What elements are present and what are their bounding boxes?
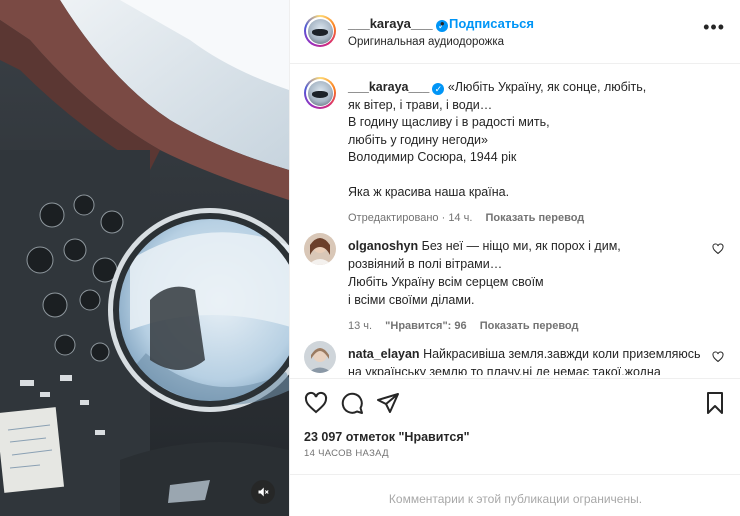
original-audio-link[interactable]: Оригинальная аудиодорожка [348, 36, 504, 48]
caption-text-line: Яка ж красива наша країна. [348, 184, 510, 199]
speaker-muted-icon [258, 487, 269, 497]
post-caption: ___karaya___ ✓ «Любіть Україну, як сонце,… [348, 79, 708, 228]
comment-like-heart-icon[interactable] [712, 351, 724, 363]
post-timestamp[interactable]: 14 ЧАСОВ НАЗАД [304, 448, 389, 459]
caption-username[interactable]: ___karaya___ [348, 80, 429, 94]
comment-meta: 13 ч. "Нравится": 96 Показать перевод [348, 317, 708, 335]
caption-text-line: «Любіть Україну, як сонце, любіть, [447, 80, 647, 94]
avatar-image [304, 341, 336, 373]
comment-body: nata_elayan Найкрасивіша земля.завжди ко… [348, 345, 708, 375]
comment-likes-count[interactable]: "Нравится": 96 [385, 320, 466, 332]
comment-username[interactable]: nata_elayan [348, 347, 420, 361]
caption-text-line: В годину щасливу і в радості мить, [348, 115, 550, 129]
comments-restricted-notice: Комментарии к этой публикации ограничены… [290, 474, 740, 516]
post-details-panel: ___karaya___ ✓ • Подписаться Оригинальная… [289, 0, 740, 516]
caption-author-avatar[interactable] [304, 77, 336, 109]
paper-plane-icon[interactable] [376, 391, 400, 415]
cockpit-video-frame [0, 0, 289, 516]
author-username-wrap: ___karaya___ ✓ [348, 16, 448, 32]
comment-username[interactable]: olganoshyn [348, 239, 418, 253]
post-action-bar [290, 378, 740, 426]
comment-text-line: і всіми своїми ділами. [348, 293, 475, 307]
heart-icon[interactable] [304, 391, 328, 415]
comment-text-line: Найкрасивіша земля.завжди коли приземляю… [423, 347, 701, 361]
bookmark-icon[interactable] [703, 391, 727, 415]
caption-text-line: Володимир Сосюра, 1944 рік [348, 150, 517, 164]
comment-item: olganoshyn Без неї — ніщо ми, як порох і… [304, 233, 724, 333]
comment-text-line: Любіть Україну всім серцем своїм [348, 275, 544, 289]
author-username[interactable]: ___karaya___ [348, 16, 433, 31]
author-avatar[interactable] [304, 15, 336, 47]
comment-text-line: розвіяний в полі вітрами… [348, 257, 503, 271]
post-video[interactable] [0, 0, 289, 516]
mute-toggle-button[interactable] [251, 480, 275, 504]
comments-section[interactable]: ___karaya___ ✓ «Любіть Україну, як сонце,… [290, 65, 740, 375]
post-header: ___karaya___ ✓ • Подписаться Оригинальная… [290, 0, 740, 64]
caption-first-line: ___karaya___ ✓ «Любіть Україну, як сонце,… [348, 79, 708, 97]
commenter-avatar[interactable] [304, 233, 336, 265]
edited-label: Отредактировано [348, 212, 439, 224]
likes-count[interactable]: 23 097 отметок "Нравится" [304, 430, 470, 444]
comment-time[interactable]: 13 ч. [348, 320, 372, 332]
more-options-icon[interactable]: ••• [703, 18, 725, 36]
comment-icon[interactable] [340, 391, 364, 415]
comment-text-line: на українську землю то плачу.ні де немає… [348, 365, 661, 375]
caption-text-line: любіть у годину негоди» [348, 132, 488, 147]
comment-like-heart-icon[interactable] [712, 243, 724, 255]
caption-text-line: як вітер, і трави, і води… [348, 97, 493, 112]
caption-time[interactable]: 14 ч. [448, 212, 472, 224]
instagram-post-view: ___karaya___ ✓ • Подписаться Оригинальная… [0, 0, 740, 516]
verified-badge-icon: ✓ [432, 83, 445, 95]
comment-body: olganoshyn Без неї — ніщо ми, як порох і… [348, 237, 708, 335]
show-translation-button[interactable]: Показать перевод [485, 212, 584, 224]
follow-button[interactable]: Подписаться [449, 16, 534, 31]
caption-meta: Отредактировано · 14 ч. Показать перевод [348, 210, 708, 228]
comment-item: nata_elayan Найкрасивіша земля.завжди ко… [304, 341, 724, 375]
avatar-image [304, 233, 336, 265]
commenter-avatar[interactable] [304, 341, 336, 373]
header-separator: • [440, 16, 445, 31]
meta-separator: · [441, 212, 446, 224]
show-translation-button[interactable]: Показать перевод [480, 320, 579, 332]
comment-text-line: Без неї — ніщо ми, як порох і дим, [421, 239, 621, 253]
